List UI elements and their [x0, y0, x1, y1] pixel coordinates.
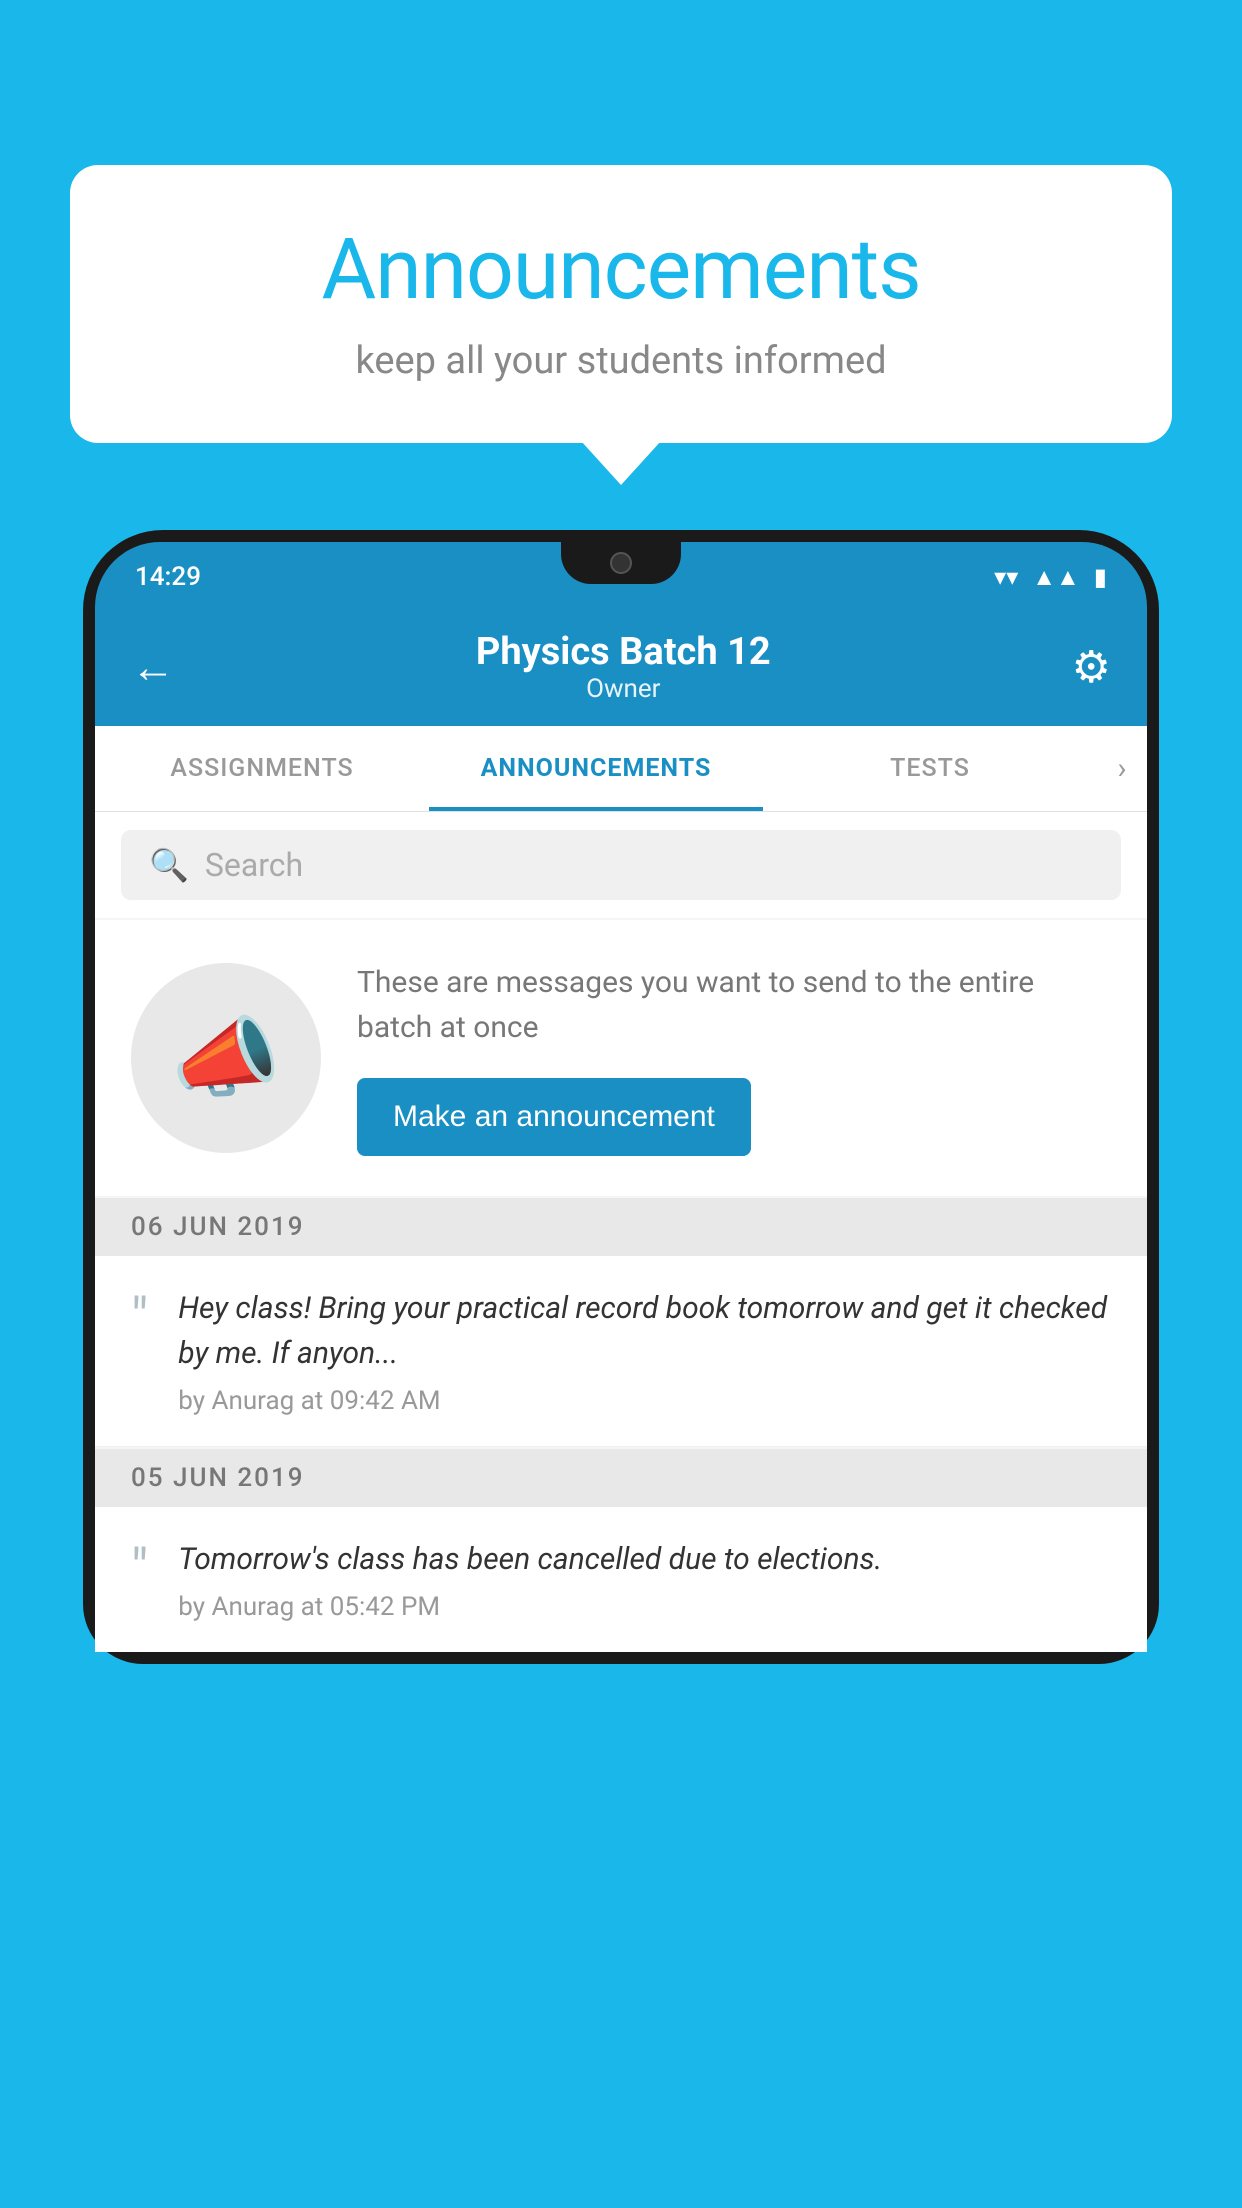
status-time: 14:29 [135, 562, 201, 592]
quote-icon-1: " [131, 1292, 148, 1346]
signal-icon: ▲▲ [1032, 563, 1080, 592]
announcement-content-2: Tomorrow's class has been cancelled due … [178, 1537, 1111, 1622]
tab-announcements[interactable]: ANNOUNCEMENTS [429, 726, 763, 811]
header-title: Physics Batch 12 [476, 630, 771, 674]
promo-right: These are messages you want to send to t… [357, 960, 1111, 1156]
gear-icon[interactable]: ⚙ [1072, 641, 1111, 693]
quote-icon-2: " [131, 1543, 148, 1597]
announcement-text-1: Hey class! Bring your practical record b… [178, 1286, 1111, 1376]
search-icon: 🔍 [149, 846, 189, 884]
announcement-author-2: by Anurag at 05:42 PM [178, 1592, 1111, 1622]
app-header: ← Physics Batch 12 Owner ⚙ [95, 612, 1147, 726]
announcement-content-1: Hey class! Bring your practical record b… [178, 1286, 1111, 1416]
megaphone-icon: 📣 [171, 1007, 281, 1110]
bubble-title: Announcements [130, 220, 1112, 319]
content-area: 🔍 Search 📣 These are messages you want t… [95, 812, 1147, 1652]
tab-tests[interactable]: TESTS [763, 726, 1097, 811]
promo-description: These are messages you want to send to t… [357, 960, 1111, 1050]
search-container: 🔍 Search [95, 812, 1147, 918]
phone-frame: 14:29 ▾▾ ▲▲ ▮ ← Physics Batch 12 Owner ⚙… [83, 530, 1159, 1664]
header-title-group: Physics Batch 12 Owner [476, 630, 771, 704]
bubble-subtitle: keep all your students informed [130, 339, 1112, 383]
tabs-bar: ASSIGNMENTS ANNOUNCEMENTS TESTS › [95, 726, 1147, 812]
announcement-text-2: Tomorrow's class has been cancelled due … [178, 1537, 1111, 1582]
battery-icon: ▮ [1094, 563, 1107, 591]
announcement-author-1: by Anurag at 09:42 AM [178, 1386, 1111, 1416]
status-bar: 14:29 ▾▾ ▲▲ ▮ [95, 542, 1147, 612]
phone-wrapper: 14:29 ▾▾ ▲▲ ▮ ← Physics Batch 12 Owner ⚙… [83, 530, 1159, 2208]
wifi-icon: ▾▾ [994, 563, 1018, 591]
make-announcement-button[interactable]: Make an announcement [357, 1078, 751, 1156]
date-separator-2: 05 JUN 2019 [95, 1449, 1147, 1507]
header-subtitle: Owner [476, 674, 771, 704]
search-placeholder: Search [205, 846, 303, 884]
announcement-promo: 📣 These are messages you want to send to… [95, 920, 1147, 1196]
date-separator-1: 06 JUN 2019 [95, 1198, 1147, 1256]
status-icons: ▾▾ ▲▲ ▮ [994, 563, 1107, 592]
tab-more-icon[interactable]: › [1097, 726, 1147, 811]
notch [561, 542, 681, 584]
speech-bubble-container: Announcements keep all your students inf… [70, 165, 1172, 443]
announcement-item-1[interactable]: " Hey class! Bring your practical record… [95, 1256, 1147, 1447]
back-button[interactable]: ← [131, 645, 175, 689]
speech-bubble: Announcements keep all your students inf… [70, 165, 1172, 443]
search-box[interactable]: 🔍 Search [121, 830, 1121, 900]
megaphone-circle: 📣 [131, 963, 321, 1153]
announcement-item-2[interactable]: " Tomorrow's class has been cancelled du… [95, 1507, 1147, 1652]
tab-assignments[interactable]: ASSIGNMENTS [95, 726, 429, 811]
camera [610, 552, 632, 574]
